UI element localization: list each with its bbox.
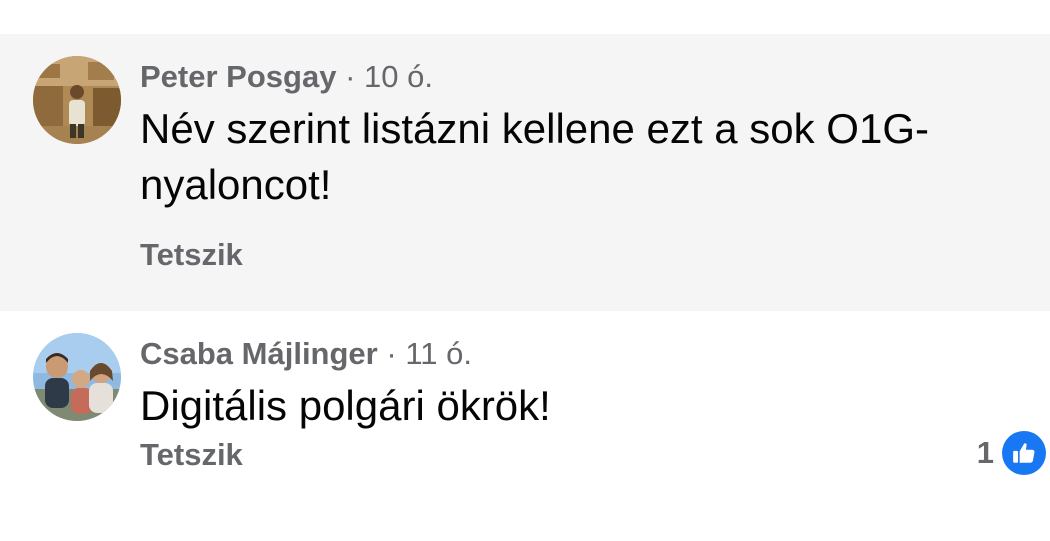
avatar[interactable] [33,333,121,421]
reaction-summary[interactable]: 1 [977,431,1046,475]
comment-meta: Peter Posgay · 10 ó. [140,58,1010,96]
comment-item: Csaba Májlinger · 11 ó. Digitális polgár… [0,311,1050,541]
avatar-photo-icon [33,56,121,144]
comment-text: Név szerint listázni kellene ezt a sok O… [140,105,929,208]
avatar[interactable] [33,56,121,144]
comment-time[interactable]: 11 ó. [405,336,472,371]
comment-item: Peter Posgay · 10 ó. Név szerint listázn… [0,34,1050,311]
like-button[interactable]: Tetszik [140,237,243,273]
like-button[interactable]: Tetszik [140,437,243,473]
author-name[interactable]: Peter Posgay [140,59,336,94]
meta-separator: · [345,59,356,94]
comment-time[interactable]: 10 ó. [364,59,433,94]
meta-separator: · [386,336,397,371]
avatar-photo-icon [33,333,121,421]
comment-meta: Csaba Májlinger · 11 ó. [140,335,1010,373]
thumbs-up-icon [1002,431,1046,475]
comment-text: Digitális polgári ökrök! [140,382,551,429]
top-spacer [0,0,1050,34]
reaction-count: 1 [976,435,994,470]
author-name[interactable]: Csaba Májlinger [140,336,378,371]
